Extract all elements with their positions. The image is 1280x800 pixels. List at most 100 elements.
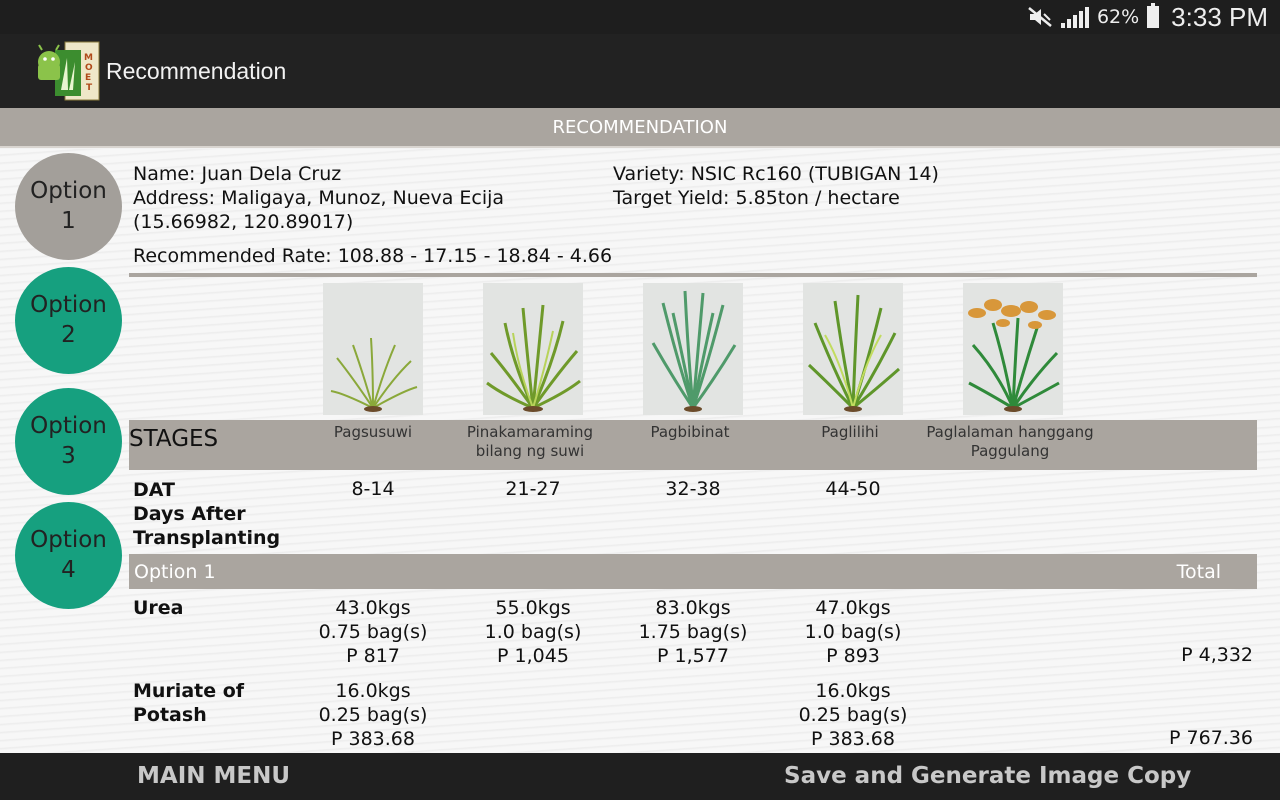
recommendation-content[interactable]: Option 1 Option 2 Option 3 Option 4 Name… <box>0 149 1280 753</box>
option-4-label: Option <box>30 526 107 553</box>
stage-name-1: Pagsusuwi <box>283 423 463 442</box>
option-1-number: 1 <box>61 207 76 234</box>
stage-5-image <box>963 283 1063 415</box>
signal-icon <box>1060 6 1089 28</box>
rice-plant-icon <box>807 294 900 412</box>
bottom-bar: MAIN MENU Save and Generate Image Copy <box>0 753 1280 800</box>
fertilizer-cell: 83.0kgs 1.75 bag(s) P 1,577 <box>613 596 773 668</box>
option-3-label: Option <box>30 412 107 439</box>
cell-bags: 1.75 bag(s) <box>638 621 748 643</box>
stage-4-image <box>803 283 903 415</box>
dat-label: DAT Days After Transplanting <box>133 478 280 550</box>
stage-name-5-line1: Paglalaman hanggang <box>926 423 1094 441</box>
cell-kgs: 16.0kgs <box>815 680 891 702</box>
app-bar: M O E T Recommendation <box>0 34 1280 108</box>
cell-price: P 817 <box>346 645 400 667</box>
rice-plant-icon <box>968 299 1060 412</box>
farmer-name: Name: Juan Dela Cruz <box>133 163 342 185</box>
farmer-address: Address: Maligaya, Munoz, Nueva Ecija <box>133 187 505 209</box>
target-yield: Target Yield: 5.85ton / hectare <box>613 187 900 209</box>
option-table-label: Option 1 <box>134 561 216 583</box>
stage-name-1-line1: Pagsusuwi <box>333 423 413 441</box>
stage-1-image <box>323 283 423 415</box>
dat-label-line2: Days After <box>133 503 246 525</box>
fertilizer-cell: 16.0kgs 0.25 bag(s) P 383.68 <box>293 679 453 751</box>
mute-icon <box>1028 7 1052 27</box>
dat-value-1: 8-14 <box>351 478 395 500</box>
fertilizer-name-line2: Potash <box>133 704 207 726</box>
dat-value-2: 21-27 <box>505 478 561 500</box>
stage-2-image <box>483 283 583 415</box>
rice-plant-icon <box>330 337 418 412</box>
cell-kgs: 55.0kgs <box>495 597 571 619</box>
option-2-button[interactable]: Option 2 <box>15 267 122 374</box>
recommended-rate: Recommended Rate: 108.88 - 17.15 - 18.84… <box>133 245 613 267</box>
dat-value-4: 44-50 <box>825 478 881 500</box>
svg-text:E: E <box>85 73 91 83</box>
fertilizer-cell: 16.0kgs 0.25 bag(s) P 383.68 <box>773 679 933 751</box>
cell-price: P 1,577 <box>657 645 729 667</box>
option-2-label: Option <box>30 291 107 318</box>
stage-name-3-line1: Pagbibinat <box>650 423 730 441</box>
stage-name-5: Paglalaman hanggang Paggulang <box>920 423 1100 461</box>
dat-value-3: 32-38 <box>665 478 721 500</box>
cell-bags: 1.0 bag(s) <box>484 621 582 643</box>
dat-label-line1: DAT <box>133 479 175 501</box>
stage-name-2-line2: bilang ng suwi <box>475 442 585 460</box>
fertilizer-cell: 47.0kgs 1.0 bag(s) P 893 <box>773 596 933 668</box>
stage-name-4: Paglilihi <box>760 423 940 442</box>
stage-name-2-line1: Pinakamaraming <box>466 423 594 441</box>
svg-text:M: M <box>84 53 93 63</box>
dat-label-line3: Transplanting <box>133 527 281 549</box>
stage-name-3: Pagbibinat <box>600 423 780 442</box>
farmer-info: Name: Juan Dela Cruz Address: Maligaya, … <box>133 162 504 234</box>
option-table-header: Option 1 Total <box>129 554 1257 589</box>
crop-info: Variety: NSIC Rc160 (TUBIGAN 14) Target … <box>613 162 939 210</box>
option-3-number: 3 <box>61 442 76 469</box>
option-1-label: Option <box>30 177 107 204</box>
option-4-button[interactable]: Option 4 <box>15 502 122 609</box>
fertilizer-name: Muriate of Potash <box>133 679 244 727</box>
stage-3-image <box>643 283 743 415</box>
rice-plant-icon <box>486 304 581 412</box>
fertilizer-name: Urea <box>133 596 184 620</box>
app-logo-icon[interactable]: M O E T <box>35 40 101 102</box>
fertilizer-cell: 43.0kgs 0.75 bag(s) P 817 <box>293 596 453 668</box>
cell-price: P 383.68 <box>331 728 415 750</box>
main-menu-button[interactable]: MAIN MENU <box>137 763 290 789</box>
cell-bags: 0.25 bag(s) <box>318 704 428 726</box>
cell-bags: 1.0 bag(s) <box>804 621 902 643</box>
total-header: Total <box>1176 561 1221 583</box>
cell-price: P 383.68 <box>811 728 895 750</box>
stages-header: STAGES Pagsusuwi Pinakamaraming bilang n… <box>129 420 1257 470</box>
app-title: Recommendation <box>106 58 287 84</box>
cell-kgs: 47.0kgs <box>815 597 891 619</box>
svg-text:T: T <box>86 83 93 93</box>
option-4-number: 4 <box>61 556 76 583</box>
battery-percent: 62% <box>1096 6 1140 28</box>
variety: Variety: NSIC Rc160 (TUBIGAN 14) <box>613 163 939 185</box>
option-3-button[interactable]: Option 3 <box>15 388 122 495</box>
cell-price: P 1,045 <box>497 645 569 667</box>
option-1-button[interactable]: Option 1 <box>15 153 122 260</box>
cell-bags: 0.25 bag(s) <box>798 704 908 726</box>
fertilizer-name-line1: Urea <box>133 597 184 619</box>
save-generate-image-button[interactable]: Save and Generate Image Copy <box>784 763 1191 789</box>
cell-kgs: 83.0kgs <box>655 597 731 619</box>
stage-name-5-line2: Paggulang <box>970 442 1050 460</box>
cell-price: P 893 <box>826 645 880 667</box>
cell-kgs: 43.0kgs <box>335 597 411 619</box>
cell-bags: 0.75 bag(s) <box>318 621 428 643</box>
stage-name-4-line1: Paglilihi <box>821 423 879 441</box>
stages-label: STAGES <box>129 426 219 452</box>
rice-plant-icon <box>651 290 737 412</box>
row-total: P 4,332 <box>1181 644 1253 666</box>
stage-name-2: Pinakamaraming bilang ng suwi <box>440 423 620 461</box>
option-2-number: 2 <box>61 321 76 348</box>
status-icons: 62% 3:33 PM <box>1027 0 1268 34</box>
farmer-coordinates: (15.66982, 120.89017) <box>133 211 354 233</box>
fertilizer-cell: 55.0kgs 1.0 bag(s) P 1,045 <box>453 596 613 668</box>
divider <box>129 273 1257 277</box>
row-total: P 767.36 <box>1169 727 1253 749</box>
status-bar: 62% 3:33 PM <box>0 0 1280 34</box>
